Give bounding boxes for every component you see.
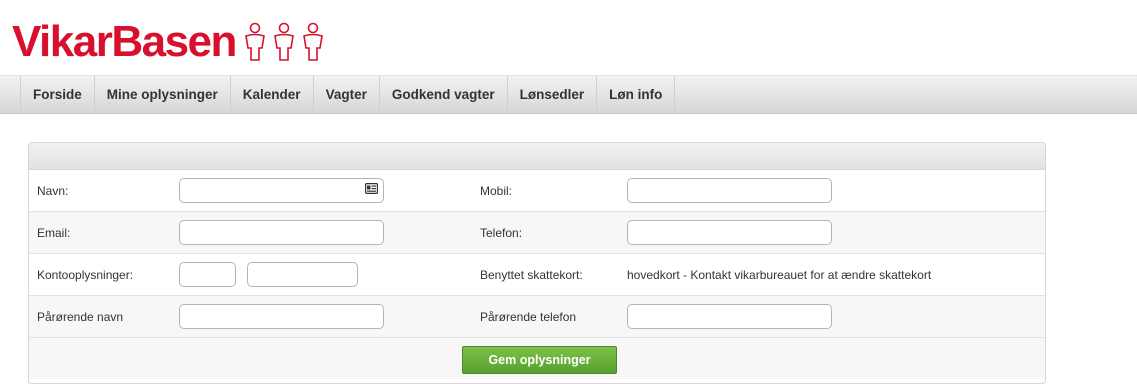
- navn-input[interactable]: [179, 178, 384, 203]
- logo-text: VikarBasen: [12, 17, 237, 66]
- account-number-input[interactable]: [247, 262, 358, 287]
- parorende-navn-label: Pårørende navn: [37, 309, 124, 324]
- form-row-navn: Navn: Mobil:: [29, 170, 1045, 212]
- nav-menu: Forside Mine oplysninger Kalender Vagter…: [20, 76, 676, 113]
- nav-item-godkend-vagter[interactable]: Godkend vagter: [380, 76, 508, 113]
- nav-item-lonsedler[interactable]: Lønsedler: [508, 76, 598, 113]
- form-row-email: Email: Telefon:: [29, 212, 1045, 254]
- save-button[interactable]: Gem oplysninger: [462, 346, 617, 374]
- nav-item-vagter[interactable]: Vagter: [314, 76, 380, 113]
- parorende-telefon-input[interactable]: [627, 304, 832, 329]
- telefon-label: Telefon:: [480, 225, 523, 240]
- nav-item-lon-info[interactable]: Løn info: [597, 76, 676, 113]
- logo: VikarBasen: [12, 14, 326, 64]
- form-actions: Gem oplysninger: [29, 338, 1045, 379]
- navn-label: Navn:: [37, 183, 69, 198]
- form-row-parorende: Pårørende navn Pårørende telefon: [29, 296, 1045, 338]
- email-input[interactable]: [179, 220, 384, 245]
- main-navbar: Forside Mine oplysninger Kalender Vagter…: [0, 75, 1137, 114]
- email-label: Email:: [37, 225, 71, 240]
- mobil-label: Mobil:: [480, 183, 513, 198]
- profile-form-panel: Navn: Mobil: Email: Telefon: Kontooplysn…: [28, 142, 1046, 384]
- parorende-telefon-label: Pårørende telefon: [480, 309, 577, 324]
- nav-item-kalender[interactable]: Kalender: [231, 76, 314, 113]
- telefon-input[interactable]: [627, 220, 832, 245]
- skattekort-info: hovedkort - Kontakt vikarbureauet for at…: [627, 267, 932, 282]
- panel-header: [29, 143, 1045, 170]
- parorende-navn-input[interactable]: [179, 304, 384, 329]
- mobil-input[interactable]: [627, 178, 832, 203]
- form-row-kontooplysninger: Kontooplysninger: Benyttet skattekort: h…: [29, 254, 1045, 296]
- reg-number-input[interactable]: [179, 262, 236, 287]
- nav-item-mine-oplysninger[interactable]: Mine oplysninger: [95, 76, 231, 113]
- contact-card-icon[interactable]: [365, 183, 378, 194]
- kontooplysninger-label: Kontooplysninger:: [37, 267, 134, 282]
- nav-item-forside[interactable]: Forside: [20, 76, 95, 113]
- skattekort-label: Benyttet skattekort:: [480, 267, 583, 282]
- people-figures-icon: [245, 22, 323, 61]
